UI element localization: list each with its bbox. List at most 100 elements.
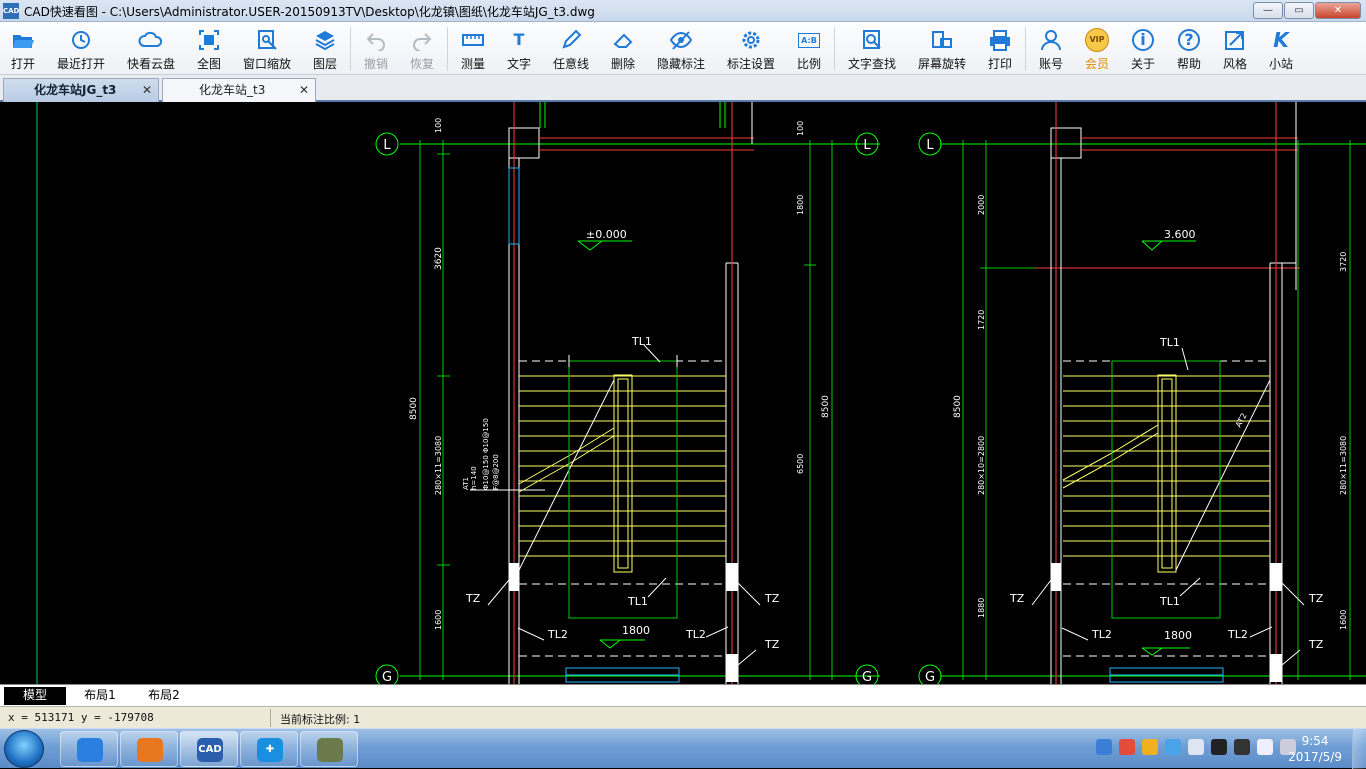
toolbar-label: 隐藏标注 bbox=[656, 57, 705, 71]
minimize-button[interactable]: — bbox=[1253, 2, 1283, 19]
dimension-text: 1800 bbox=[622, 624, 650, 637]
toolbar-label: 比例 bbox=[796, 57, 821, 71]
toolbar-button-help[interactable]: ? 帮助 bbox=[1166, 22, 1212, 75]
slab-note: Φ10@150 Φ10@150 bbox=[482, 418, 490, 490]
transfer-app-icon: ✚ bbox=[257, 738, 283, 762]
k-logo-icon: K bbox=[1273, 28, 1289, 52]
toolbar-button-redo[interactable]: 恢复 bbox=[399, 22, 445, 75]
text-search-icon bbox=[859, 28, 885, 52]
cad-drawing: L G L G 100 3620 8500 280×11=3080 1600 1… bbox=[36, 102, 1366, 684]
taskbar-transfer-app[interactable]: ✚ bbox=[240, 731, 298, 767]
column-label: TZ bbox=[465, 592, 481, 605]
browser-tray-icon[interactable] bbox=[1165, 739, 1181, 755]
toolbar-button-gear[interactable]: 标注设置 bbox=[716, 22, 786, 75]
dimension-text: 1800 bbox=[796, 195, 805, 215]
volume-icon[interactable] bbox=[1188, 739, 1204, 755]
beam-label: TL1 bbox=[627, 595, 648, 608]
printer-icon bbox=[987, 28, 1013, 52]
tab-layout2[interactable]: 布局2 bbox=[134, 687, 194, 705]
signal-icon[interactable] bbox=[1257, 739, 1273, 755]
taskbar-cad-app[interactable]: CAD bbox=[180, 731, 238, 767]
dimension-text: 280×10=2800 bbox=[977, 436, 986, 495]
toolbar-separator bbox=[447, 27, 448, 71]
cad-app-icon: CAD bbox=[197, 738, 223, 762]
cursor-coordinates: x = 513171 y = -179708 bbox=[8, 711, 154, 724]
vip-icon: VIP bbox=[1084, 28, 1110, 52]
rotate-icon bbox=[929, 28, 955, 52]
tab-model[interactable]: 模型 bbox=[4, 687, 66, 705]
toolbar-separator bbox=[350, 27, 351, 71]
toolbar-button-measure[interactable]: 测量 bbox=[450, 22, 496, 75]
status-divider bbox=[270, 709, 271, 727]
toolbar-label: 打开 bbox=[10, 57, 35, 71]
toolbar-button-fit-all[interactable]: 全图 bbox=[186, 22, 232, 75]
toolbar-button-text-search[interactable]: 文字查找 bbox=[837, 22, 907, 75]
column-label: TZ bbox=[1308, 592, 1324, 605]
text-icon: T bbox=[513, 30, 525, 49]
tab-layout1[interactable]: 布局1 bbox=[70, 687, 130, 705]
toolbar-button-vip[interactable]: VIP 会员 bbox=[1074, 22, 1120, 75]
toolbar-button-hide-eye[interactable]: 隐藏标注 bbox=[646, 22, 716, 75]
info-icon: i bbox=[1130, 28, 1156, 52]
toolbar-button-rotate[interactable]: 屏幕旋转 bbox=[907, 22, 977, 75]
chrome-app-icon bbox=[77, 738, 103, 762]
cloud-icon bbox=[138, 28, 164, 52]
tab-document[interactable]: 化龙车站_t3 ✕ bbox=[162, 78, 316, 102]
zoom-window-icon bbox=[254, 28, 280, 52]
toolbar-button-folder-open[interactable]: 打开 bbox=[0, 22, 46, 75]
toolbar-button-layers[interactable]: 图层 bbox=[302, 22, 348, 75]
dimension-text: 8500 bbox=[821, 395, 831, 418]
qq-penguin-icon[interactable] bbox=[1234, 739, 1250, 755]
close-tab-icon[interactable]: ✕ bbox=[299, 79, 309, 101]
dimension-text: 3720 bbox=[1339, 252, 1348, 272]
maximize-button[interactable]: ▭ bbox=[1284, 2, 1314, 19]
toolbar-button-history[interactable]: 最近打开 bbox=[46, 22, 116, 75]
style-icon bbox=[1222, 28, 1248, 52]
taskbar-photo-app[interactable] bbox=[300, 731, 358, 767]
toolbar-separator bbox=[834, 27, 835, 71]
axis-label: G bbox=[925, 670, 935, 684]
axis-label: G bbox=[382, 670, 392, 684]
eraser-icon bbox=[610, 28, 636, 52]
dimension-text: 1880 bbox=[977, 598, 986, 618]
toolbar-button-text[interactable]: T 文字 bbox=[496, 22, 542, 75]
layers-icon bbox=[312, 28, 338, 52]
toolbar-label: 屏幕旋转 bbox=[917, 57, 966, 71]
close-button[interactable]: ✕ bbox=[1315, 2, 1361, 19]
toolbar-button-k-logo[interactable]: K 小站 bbox=[1258, 22, 1304, 75]
beam-label: TL2 bbox=[1091, 628, 1112, 641]
column-label: TZ bbox=[764, 592, 780, 605]
axis-label: G bbox=[862, 670, 872, 684]
toolbar-button-zoom-window[interactable]: 窗口缩放 bbox=[232, 22, 302, 75]
tab-document-active[interactable]: 化龙车站JG_t3 ✕ bbox=[3, 78, 159, 102]
toolbar-button-scale[interactable]: A:B 比例 bbox=[786, 22, 832, 75]
taskbar-chrome-app[interactable] bbox=[60, 731, 118, 767]
fit-all-icon bbox=[196, 28, 222, 52]
axis-label: L bbox=[863, 138, 871, 153]
toolbar-button-undo[interactable]: 撤销 bbox=[353, 22, 399, 75]
start-button[interactable] bbox=[4, 730, 44, 768]
toolbar-button-eraser[interactable]: 删除 bbox=[600, 22, 646, 75]
toolbar-label: 文字查找 bbox=[847, 57, 896, 71]
close-tab-icon[interactable]: ✕ bbox=[142, 79, 152, 101]
dimension-text: 1720 bbox=[977, 310, 986, 330]
clock[interactable]: 9:54 2017/5/9 bbox=[1288, 733, 1342, 765]
toolbar-button-pen[interactable]: 任意线 bbox=[542, 22, 600, 75]
antivirus-icon[interactable] bbox=[1119, 739, 1135, 755]
toolbar-button-printer[interactable]: 打印 bbox=[977, 22, 1023, 75]
taskbar-browser-app[interactable] bbox=[120, 731, 178, 767]
qq-penguin-icon[interactable] bbox=[1211, 739, 1227, 755]
network-icon[interactable] bbox=[1096, 739, 1112, 755]
scale-icon: A:B bbox=[796, 28, 822, 52]
drawing-canvas[interactable]: L G L G 100 3620 8500 280×11=3080 1600 1… bbox=[0, 102, 1366, 684]
show-desktop-button[interactable] bbox=[1352, 729, 1366, 769]
history-icon bbox=[68, 28, 94, 52]
toolbar-label: 图层 bbox=[312, 57, 337, 71]
toolbar-button-info[interactable]: i 关于 bbox=[1120, 22, 1166, 75]
toolbar-separator bbox=[1025, 27, 1026, 71]
qq-icon[interactable] bbox=[1142, 739, 1158, 755]
toolbar-button-user[interactable]: 账号 bbox=[1028, 22, 1074, 75]
dimension-text: 1600 bbox=[1339, 610, 1348, 630]
toolbar-button-style[interactable]: 风格 bbox=[1212, 22, 1258, 75]
toolbar-button-cloud[interactable]: 快看云盘 bbox=[116, 22, 186, 75]
